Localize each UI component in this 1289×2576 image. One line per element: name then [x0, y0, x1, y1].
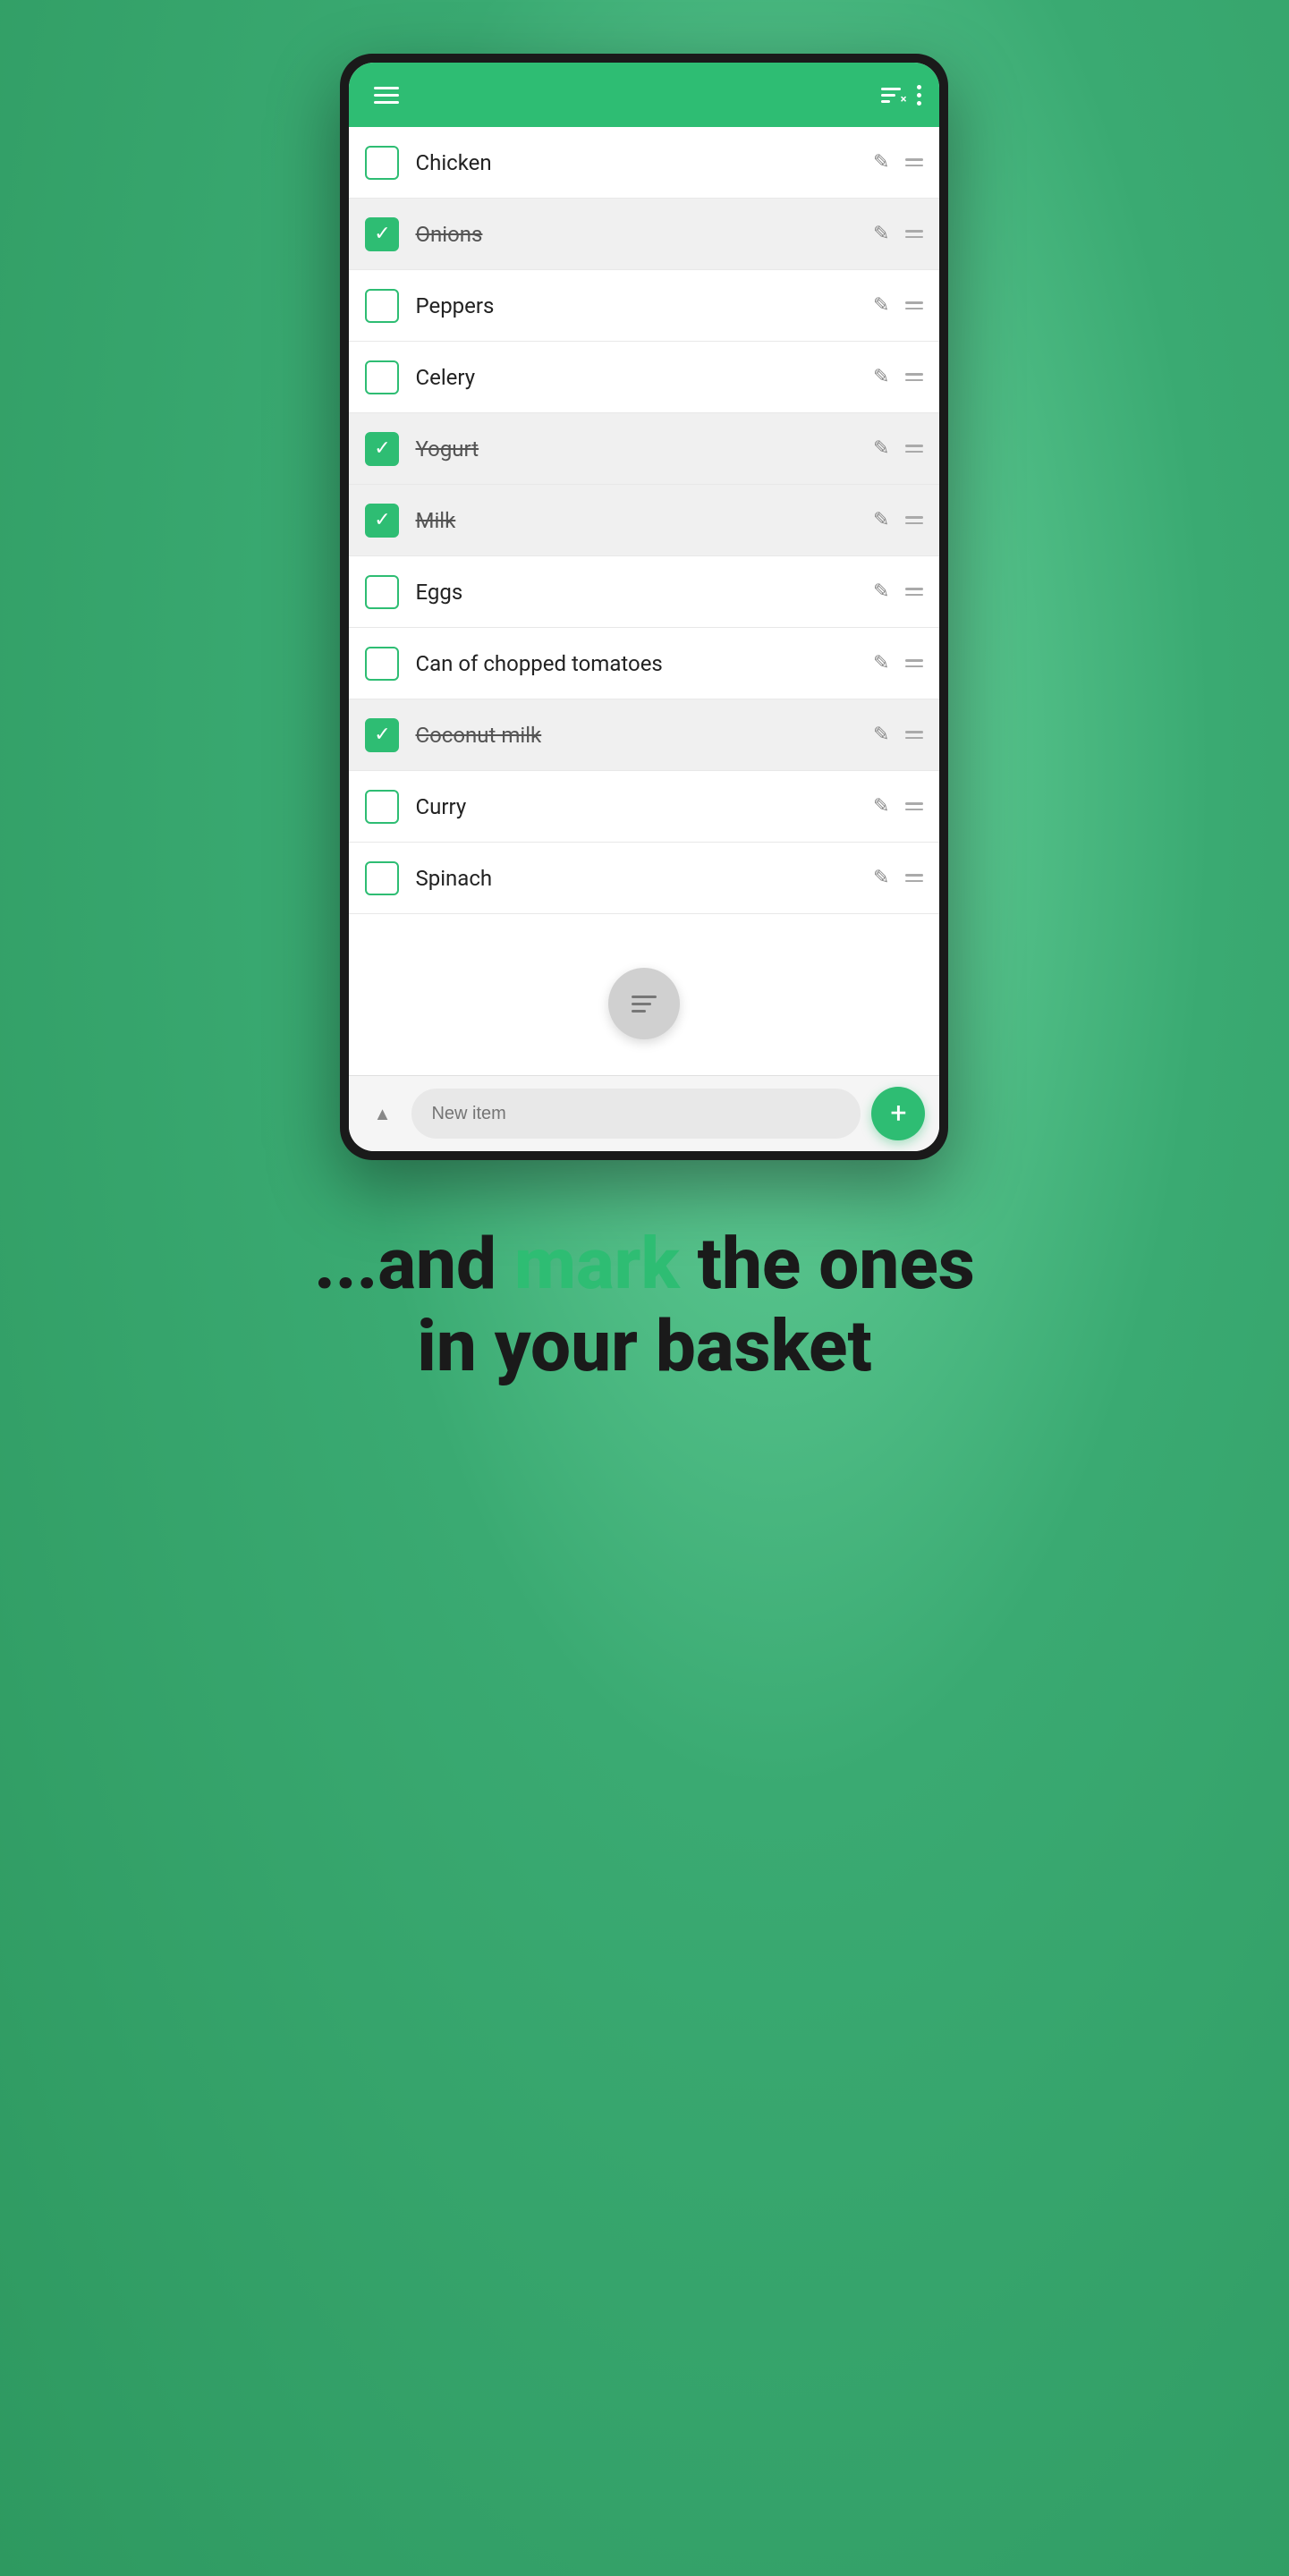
- edit-icon-4[interactable]: ✎: [873, 366, 889, 388]
- checkbox-6[interactable]: ✓: [365, 504, 399, 538]
- item-actions-6: ✎: [873, 509, 923, 531]
- bottom-bar: ▲ +: [349, 1075, 939, 1151]
- list-item: Chicken✎: [349, 127, 939, 199]
- tagline-section: ...and mark the ones in your basket: [242, 1223, 1047, 1387]
- sort-lines-icon: [632, 996, 657, 1013]
- checkbox-8[interactable]: [365, 647, 399, 681]
- item-name-9: Coconut milk: [415, 723, 873, 748]
- item-actions-4: ✎: [873, 366, 923, 388]
- checkmark-icon: ✓: [374, 225, 390, 244]
- item-name-6: Milk: [415, 508, 873, 533]
- list-item: ✓ Yogurt✎: [349, 413, 939, 485]
- item-actions-1: ✎: [873, 151, 923, 174]
- tagline-line2: in your basket: [417, 1304, 872, 1388]
- checkbox-7[interactable]: [365, 575, 399, 609]
- filter-x-badge: ×: [901, 93, 907, 106]
- edit-icon-6[interactable]: ✎: [873, 509, 889, 531]
- item-actions-8: ✎: [873, 652, 923, 674]
- edit-icon-2[interactable]: ✎: [873, 223, 889, 245]
- item-actions-7: ✎: [873, 580, 923, 603]
- app-header: ×: [349, 63, 939, 127]
- item-actions-5: ✎: [873, 437, 923, 460]
- list-item: Can of chopped tomatoes✎: [349, 628, 939, 699]
- drag-handle-6[interactable]: [905, 516, 923, 524]
- checkmark-icon: ✓: [374, 511, 390, 530]
- add-item-button[interactable]: +: [871, 1087, 925, 1140]
- item-name-3: Peppers: [415, 293, 873, 318]
- drag-handle-10[interactable]: [905, 802, 923, 810]
- drag-handle-8[interactable]: [905, 659, 923, 667]
- plus-icon: +: [890, 1098, 906, 1127]
- checkbox-10[interactable]: [365, 790, 399, 824]
- list-item: Spinach✎: [349, 843, 939, 914]
- edit-icon-5[interactable]: ✎: [873, 437, 889, 460]
- phone-screen: × Chicken✎✓Onions✎Peppers✎Celery✎✓Yogurt…: [349, 63, 939, 1151]
- checkbox-9[interactable]: ✓: [365, 718, 399, 752]
- list-item: ✓ Milk✎: [349, 485, 939, 556]
- edit-icon-3[interactable]: ✎: [873, 294, 889, 317]
- tagline-text: ...and mark the ones in your basket: [314, 1223, 975, 1387]
- checkbox-1[interactable]: [365, 146, 399, 180]
- checkmark-icon: ✓: [374, 725, 390, 745]
- sort-fab-button[interactable]: [608, 968, 680, 1039]
- checkbox-5[interactable]: ✓: [365, 432, 399, 466]
- item-actions-11: ✎: [873, 867, 923, 889]
- header-actions: ×: [881, 85, 921, 106]
- hamburger-menu-button[interactable]: [367, 80, 406, 111]
- drag-handle-9[interactable]: [905, 731, 923, 739]
- tagline-line1: ...and mark the ones: [314, 1222, 975, 1306]
- item-name-11: Spinach: [415, 866, 873, 891]
- edit-icon-7[interactable]: ✎: [873, 580, 889, 603]
- item-name-8: Can of chopped tomatoes: [415, 651, 873, 676]
- drag-handle-1[interactable]: [905, 158, 923, 166]
- item-name-5: Yogurt: [415, 436, 873, 462]
- item-actions-3: ✎: [873, 294, 923, 317]
- edit-icon-9[interactable]: ✎: [873, 724, 889, 746]
- checkbox-11[interactable]: [365, 861, 399, 895]
- drag-handle-3[interactable]: [905, 301, 923, 309]
- edit-icon-10[interactable]: ✎: [873, 795, 889, 818]
- checkbox-2[interactable]: ✓: [365, 217, 399, 251]
- list-item: Curry✎: [349, 771, 939, 843]
- edit-icon-8[interactable]: ✎: [873, 652, 889, 674]
- checkbox-4[interactable]: [365, 360, 399, 394]
- list-item: ✓ Onions✎: [349, 199, 939, 270]
- phone-wrapper: × Chicken✎✓Onions✎Peppers✎Celery✎✓Yogurt…: [242, 54, 1047, 1387]
- drag-handle-11[interactable]: [905, 874, 923, 882]
- item-actions-10: ✎: [873, 795, 923, 818]
- filter-clear-button[interactable]: ×: [881, 88, 901, 103]
- sort-button-area: [349, 914, 939, 1075]
- drag-handle-5[interactable]: [905, 445, 923, 453]
- more-options-button[interactable]: [917, 85, 921, 106]
- item-name-10: Curry: [415, 794, 873, 819]
- new-item-input[interactable]: [411, 1089, 861, 1139]
- list-item: Celery✎: [349, 342, 939, 413]
- phone-frame: × Chicken✎✓Onions✎Peppers✎Celery✎✓Yogurt…: [340, 54, 948, 1160]
- list-item: Peppers✎: [349, 270, 939, 342]
- item-actions-2: ✎: [873, 223, 923, 245]
- grocery-list: Chicken✎✓Onions✎Peppers✎Celery✎✓Yogurt✎✓…: [349, 127, 939, 914]
- checkmark-icon: ✓: [374, 439, 390, 459]
- item-name-7: Eggs: [415, 580, 873, 605]
- item-actions-9: ✎: [873, 724, 923, 746]
- list-item: ✓ Coconut milk✎: [349, 699, 939, 771]
- drag-handle-7[interactable]: [905, 588, 923, 596]
- edit-icon-1[interactable]: ✎: [873, 151, 889, 174]
- scroll-top-button[interactable]: ▲: [363, 1095, 401, 1132]
- item-name-2: Onions: [415, 222, 873, 247]
- checkbox-3[interactable]: [365, 289, 399, 323]
- edit-icon-11[interactable]: ✎: [873, 867, 889, 889]
- item-name-4: Celery: [415, 365, 873, 390]
- drag-handle-4[interactable]: [905, 373, 923, 381]
- drag-handle-2[interactable]: [905, 230, 923, 238]
- item-name-1: Chicken: [415, 150, 873, 175]
- list-item: Eggs✎: [349, 556, 939, 628]
